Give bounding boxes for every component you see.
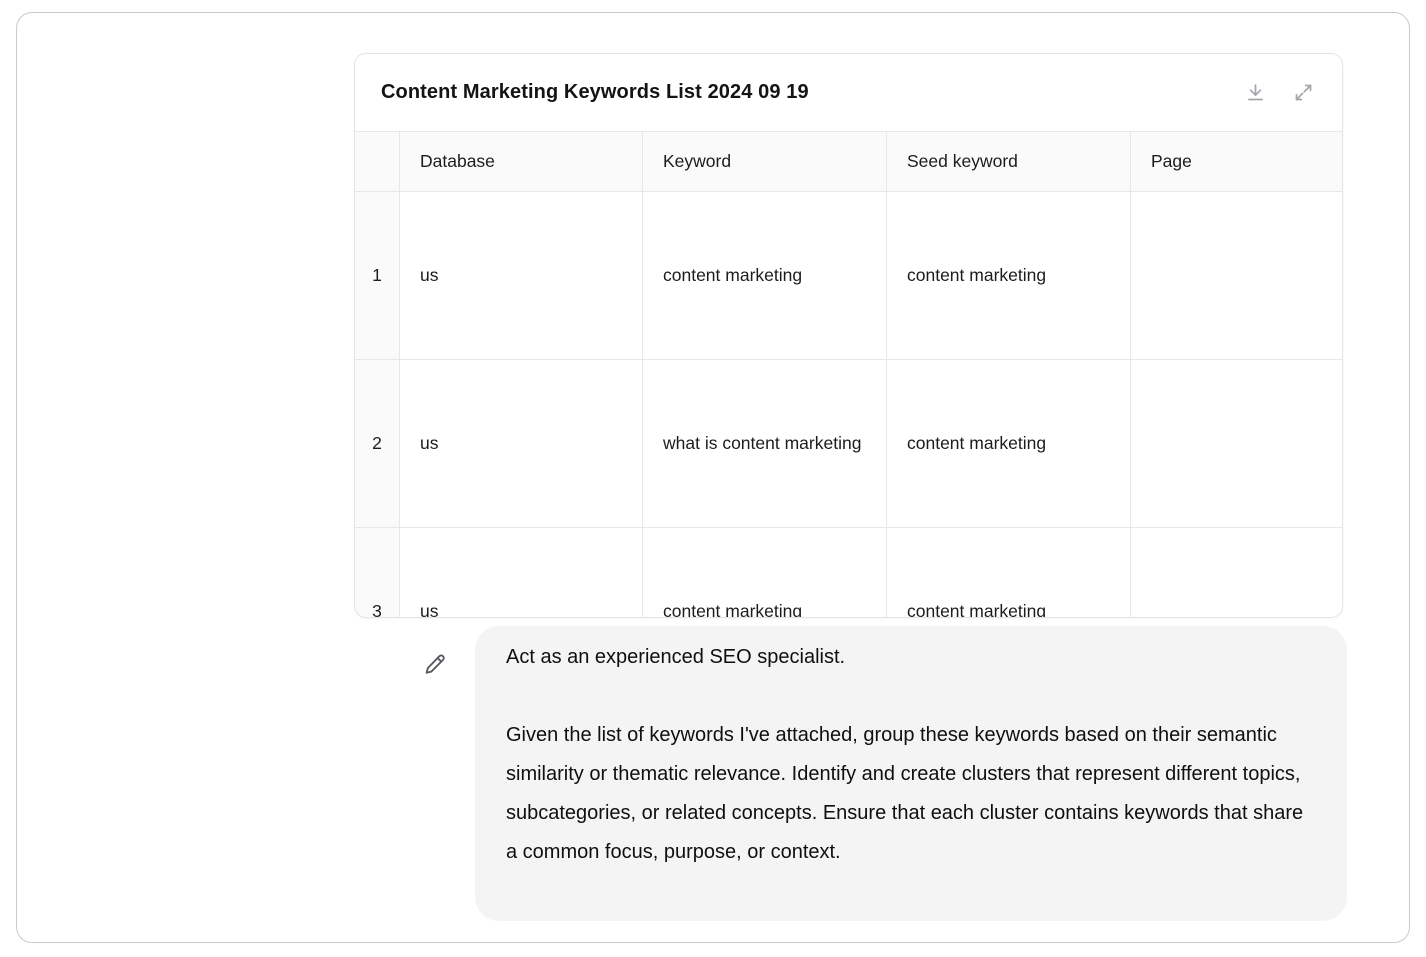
user-message-text: Act as an experienced SEO specialist. Gi… bbox=[506, 638, 1316, 872]
row-number: 1 bbox=[355, 192, 400, 360]
table-corner-cell bbox=[355, 132, 400, 192]
column-header-keyword: Keyword bbox=[643, 132, 887, 192]
expand-icon[interactable] bbox=[1292, 82, 1314, 104]
user-message-bubble: Act as an experienced SEO specialist. Gi… bbox=[475, 626, 1347, 921]
column-header-database: Database bbox=[400, 132, 643, 192]
cell-database: us bbox=[400, 528, 643, 618]
card-actions bbox=[1244, 82, 1314, 104]
page: Content Marketing Keywords List 2024 09 … bbox=[0, 0, 1426, 957]
cell-page bbox=[1131, 528, 1342, 618]
content-frame: Content Marketing Keywords List 2024 09 … bbox=[16, 12, 1410, 943]
keywords-table: Database Keyword Seed keyword Page 1 us … bbox=[355, 131, 1342, 618]
cell-seed-keyword: content marketing bbox=[887, 360, 1131, 528]
row-number: 2 bbox=[355, 360, 400, 528]
cell-page bbox=[1131, 360, 1342, 528]
cell-database: us bbox=[400, 192, 643, 360]
column-header-seed-keyword: Seed keyword bbox=[887, 132, 1131, 192]
cell-seed-keyword: content marketing bbox=[887, 192, 1131, 360]
cell-keyword: what is content marketing bbox=[643, 360, 887, 528]
attachment-card: Content Marketing Keywords List 2024 09 … bbox=[354, 53, 1343, 618]
cell-keyword: content marketing bbox=[643, 192, 887, 360]
download-icon[interactable] bbox=[1244, 82, 1266, 104]
cell-page bbox=[1131, 192, 1342, 360]
card-title: Content Marketing Keywords List 2024 09 … bbox=[381, 81, 809, 104]
card-header: Content Marketing Keywords List 2024 09 … bbox=[355, 54, 1342, 131]
cell-keyword: content marketing bbox=[643, 528, 887, 618]
cell-seed-keyword: content marketing bbox=[887, 528, 1131, 618]
row-number: 3 bbox=[355, 528, 400, 618]
pencil-icon[interactable] bbox=[421, 650, 449, 678]
cell-database: us bbox=[400, 360, 643, 528]
column-header-page: Page bbox=[1131, 132, 1342, 192]
